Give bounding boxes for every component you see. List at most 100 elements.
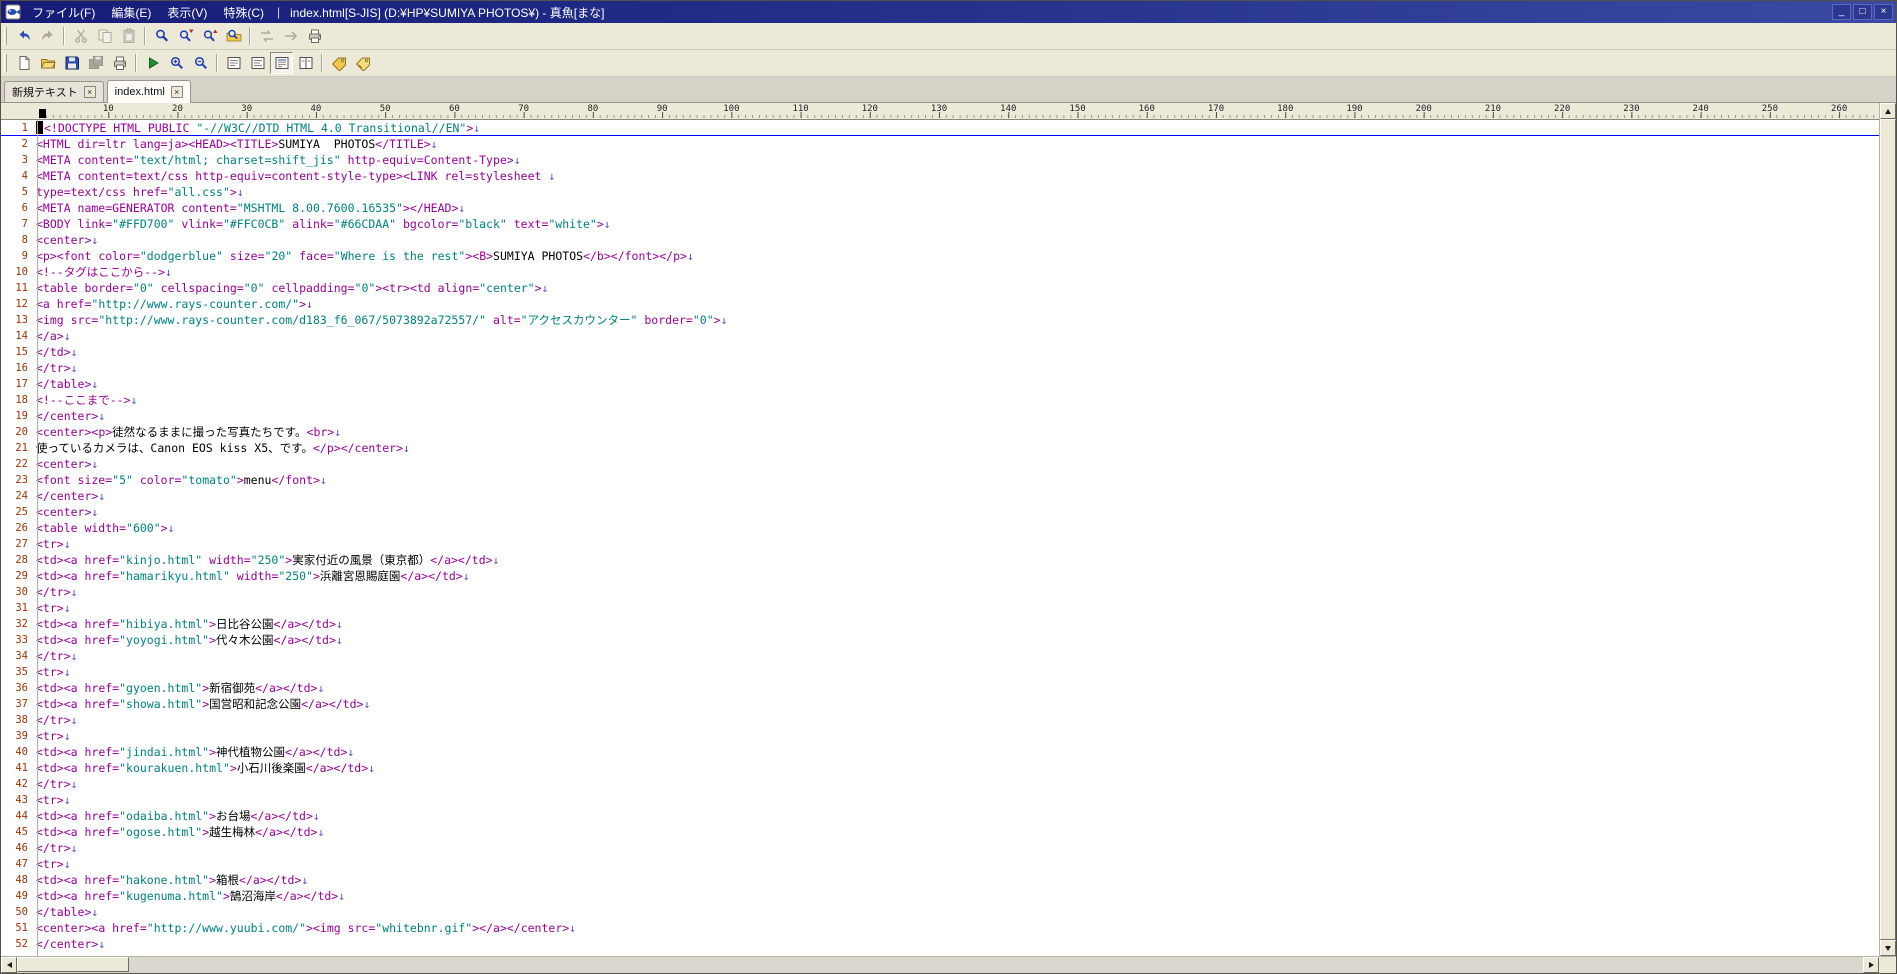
code-line[interactable]: 32 <td><a href="hibiya.html">日比谷公園</a></t…	[1, 616, 1879, 632]
cut-button[interactable]	[69, 25, 92, 47]
save-all-button[interactable]	[84, 52, 107, 74]
redo-button[interactable]	[36, 25, 59, 47]
scroll-down-button[interactable]	[1880, 940, 1896, 956]
code-line[interactable]: 48 <td><a href="hakone.html">箱根</a></td>↓	[1, 872, 1879, 888]
code-line[interactable]: 33 <td><a href="yoyogi.html">代々木公園</a></t…	[1, 632, 1879, 648]
wrap-column-button[interactable]	[270, 52, 293, 74]
code-line[interactable]: 6 <META name=GENERATOR content="MSHTML 8.…	[1, 200, 1879, 216]
zoom-in-button[interactable]	[165, 52, 188, 74]
new-button[interactable]	[12, 52, 35, 74]
jump-button[interactable]	[279, 25, 302, 47]
maximize-button[interactable]: □	[1853, 4, 1872, 20]
code-line[interactable]: 52 </center>↓	[1, 936, 1879, 952]
vertical-scroll-thumb[interactable]	[1880, 119, 1896, 940]
find-prev-button[interactable]	[198, 25, 221, 47]
code-line[interactable]: 37 <td><a href="showa.html">国営昭和記念公園</a><…	[1, 696, 1879, 712]
tab-close-button[interactable]: ×	[83, 85, 96, 98]
code-line[interactable]: 13 <img src="http://www.rays-counter.com/…	[1, 312, 1879, 328]
print-preview-button[interactable]	[303, 25, 326, 47]
find-in-files-button[interactable]	[222, 25, 245, 47]
code-line[interactable]: 4 <META content=text/css http-equiv=conte…	[1, 168, 1879, 184]
code-line[interactable]: 43 <tr>↓	[1, 792, 1879, 808]
insert-tag-button[interactable]	[327, 52, 350, 74]
code-line[interactable]: 47 <tr>↓	[1, 856, 1879, 872]
code-line[interactable]: 44 <td><a href="odaiba.html">お台場</a></td>…	[1, 808, 1879, 824]
code-line[interactable]: 14 </a>↓	[1, 328, 1879, 344]
code-line[interactable]: 40 <td><a href="jindai.html">神代植物公園</a></…	[1, 744, 1879, 760]
code-line[interactable]: 2 <HTML dir=ltr lang=ja><HEAD><TITLE>SUMI…	[1, 136, 1879, 152]
replace-button[interactable]	[255, 25, 278, 47]
scroll-up-button[interactable]	[1880, 103, 1896, 119]
horizontal-scrollbar[interactable]	[1, 956, 1896, 973]
code-line[interactable]: 28 <td><a href="kinjo.html" width="250">実…	[1, 552, 1879, 568]
code-line[interactable]: 38 </tr>↓	[1, 712, 1879, 728]
save-button[interactable]	[60, 52, 83, 74]
code-line[interactable]: 21 使っているカメラは、Canon EOS kiss X5、です。</p></c…	[1, 440, 1879, 456]
code-line[interactable]: 20 <center><p>徒然なるままに撮った写真たちです。<br>↓	[1, 424, 1879, 440]
find-button[interactable]	[150, 25, 173, 47]
code-line[interactable]: 31 <tr>↓	[1, 600, 1879, 616]
split-view-button[interactable]	[294, 52, 317, 74]
code-line[interactable]: 7 <BODY link="#FFD700" vlink="#FFC0CB" al…	[1, 216, 1879, 232]
code-line[interactable]: 3 <META content="text/html; charset=shift…	[1, 152, 1879, 168]
undo-button[interactable]	[12, 25, 35, 47]
code-line[interactable]: 45 <td><a href="ogose.html">越生梅林</a></td>…	[1, 824, 1879, 840]
horizontal-scroll-thumb[interactable]	[17, 957, 129, 972]
code-line[interactable]: 10 <!--タグはここから-->↓	[1, 264, 1879, 280]
code-line[interactable]: 42 </tr>↓	[1, 776, 1879, 792]
text-editor[interactable]: 1 <!DOCTYPE HTML PUBLIC "-//W3C//DTD HTML…	[1, 120, 1879, 956]
code-line[interactable]: 9 <p><font color="dodgerblue" size="20" f…	[1, 248, 1879, 264]
code-line[interactable]: 41 <td><a href="kourakuen.html">小石川後楽園</a…	[1, 760, 1879, 776]
code-line[interactable]: 17 </table>↓	[1, 376, 1879, 392]
code-line[interactable]: 25 <center>↓	[1, 504, 1879, 520]
tab-close-button[interactable]: ×	[170, 85, 183, 98]
wrap-window-button[interactable]	[246, 52, 269, 74]
paste-button[interactable]	[117, 25, 140, 47]
browser-run-button[interactable]	[141, 52, 164, 74]
wrap-off-button[interactable]	[222, 52, 245, 74]
code-line[interactable]: 15 </td>↓	[1, 344, 1879, 360]
zoom-out-button[interactable]	[189, 52, 212, 74]
code-line[interactable]: 35 <tr>↓	[1, 664, 1879, 680]
tab-index-html[interactable]: index.html ×	[106, 80, 191, 103]
code-line[interactable]: 23 <font size="5" color="tomato">menu</fo…	[1, 472, 1879, 488]
line-text: <!--ここまで-->↓	[36, 393, 138, 407]
find-next-button[interactable]	[174, 25, 197, 47]
minimize-button[interactable]: _	[1832, 4, 1851, 20]
code-line[interactable]: 12 <a href="http://www.rays-counter.com/"…	[1, 296, 1879, 312]
scroll-left-button[interactable]	[1, 957, 17, 973]
code-line[interactable]: 19 </center>↓	[1, 408, 1879, 424]
code-line[interactable]: 26 <table width="600">↓	[1, 520, 1879, 536]
code-line[interactable]: 1 <!DOCTYPE HTML PUBLIC "-//W3C//DTD HTML…	[1, 120, 1879, 136]
code-line[interactable]: 50 </table>↓	[1, 904, 1879, 920]
edit-tag-button[interactable]	[351, 52, 374, 74]
menu-file[interactable]: ファイル(F)	[24, 2, 103, 23]
code-line[interactable]: 24 </center>↓	[1, 488, 1879, 504]
menu-edit[interactable]: 編集(E)	[103, 2, 159, 23]
code-line[interactable]: 5 type=text/css href="all.css">↓	[1, 184, 1879, 200]
menu-view[interactable]: 表示(V)	[159, 2, 215, 23]
code-line[interactable]: 39 <tr>↓	[1, 728, 1879, 744]
code-line[interactable]: 46 </tr>↓	[1, 840, 1879, 856]
scroll-right-button[interactable]	[1863, 957, 1879, 973]
open-button[interactable]	[36, 52, 59, 74]
code-line[interactable]: 51 <center><a href="http://www.yuubi.com/…	[1, 920, 1879, 936]
code-line[interactable]: 30 </tr>↓	[1, 584, 1879, 600]
horizontal-scroll-track[interactable]	[17, 957, 1863, 973]
copy-button[interactable]	[93, 25, 116, 47]
code-line[interactable]: 16 </tr>↓	[1, 360, 1879, 376]
tab-untitled[interactable]: 新規テキスト ×	[4, 81, 104, 102]
code-line[interactable]: 36 <td><a href="gyoen.html">新宿御苑</a></td>…	[1, 680, 1879, 696]
code-line[interactable]: 27 <tr>↓	[1, 536, 1879, 552]
close-button[interactable]: ×	[1874, 4, 1893, 20]
vertical-scrollbar[interactable]	[1879, 103, 1896, 956]
code-line[interactable]: 11 <table border="0" cellspacing="0" cell…	[1, 280, 1879, 296]
code-line[interactable]: 34 </tr>↓	[1, 648, 1879, 664]
code-line[interactable]: 22 <center>↓	[1, 456, 1879, 472]
code-line[interactable]: 18 <!--ここまで-->↓	[1, 392, 1879, 408]
code-line[interactable]: 8 <center>↓	[1, 232, 1879, 248]
code-line[interactable]: 49 <td><a href="kugenuma.html">鵠沼海岸</a></…	[1, 888, 1879, 904]
menu-special[interactable]: 特殊(C)	[215, 2, 272, 23]
print-button[interactable]	[108, 52, 131, 74]
code-line[interactable]: 29 <td><a href="hamarikyu.html" width="25…	[1, 568, 1879, 584]
